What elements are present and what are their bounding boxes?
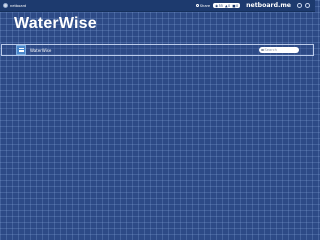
board-bar: WaterWise Search	[1, 44, 314, 56]
share-button[interactable]: Share	[195, 3, 211, 8]
likes-stat[interactable]: ▲ 0	[225, 4, 230, 8]
avatar[interactable]	[3, 3, 8, 8]
comments-stat[interactable]: ■ 0	[232, 4, 238, 8]
page-title: WaterWise	[14, 15, 97, 32]
views-stat: ◉ 55	[215, 4, 223, 8]
username: netboard	[10, 3, 27, 8]
search-icon	[261, 48, 264, 52]
search-placeholder: Search	[264, 48, 277, 52]
help-icon[interactable]	[305, 3, 310, 8]
user-menu[interactable]: netboard	[3, 3, 26, 8]
share-label: Share	[199, 3, 211, 8]
menu-line-icon	[18, 49, 24, 51]
menu-line-icon	[18, 47, 24, 49]
share-icon	[195, 4, 199, 7]
board-name: WaterWise	[30, 47, 52, 53]
gear-icon[interactable]	[297, 3, 302, 8]
brand-logo[interactable]: netboard.me	[246, 2, 291, 9]
board-stats: ◉ 55 ▲ 0 ■ 0	[213, 3, 241, 8]
menu-button[interactable]	[16, 45, 26, 55]
search-input[interactable]: Search	[259, 47, 299, 53]
top-bar: netboard Share ◉ 55 ▲ 0 ■ 0 netboard.me	[0, 0, 315, 12]
views-count: 55	[218, 3, 223, 8]
comments-count: 0	[235, 3, 239, 8]
menu-line-icon	[18, 51, 24, 53]
likes-count: 0	[228, 3, 231, 8]
